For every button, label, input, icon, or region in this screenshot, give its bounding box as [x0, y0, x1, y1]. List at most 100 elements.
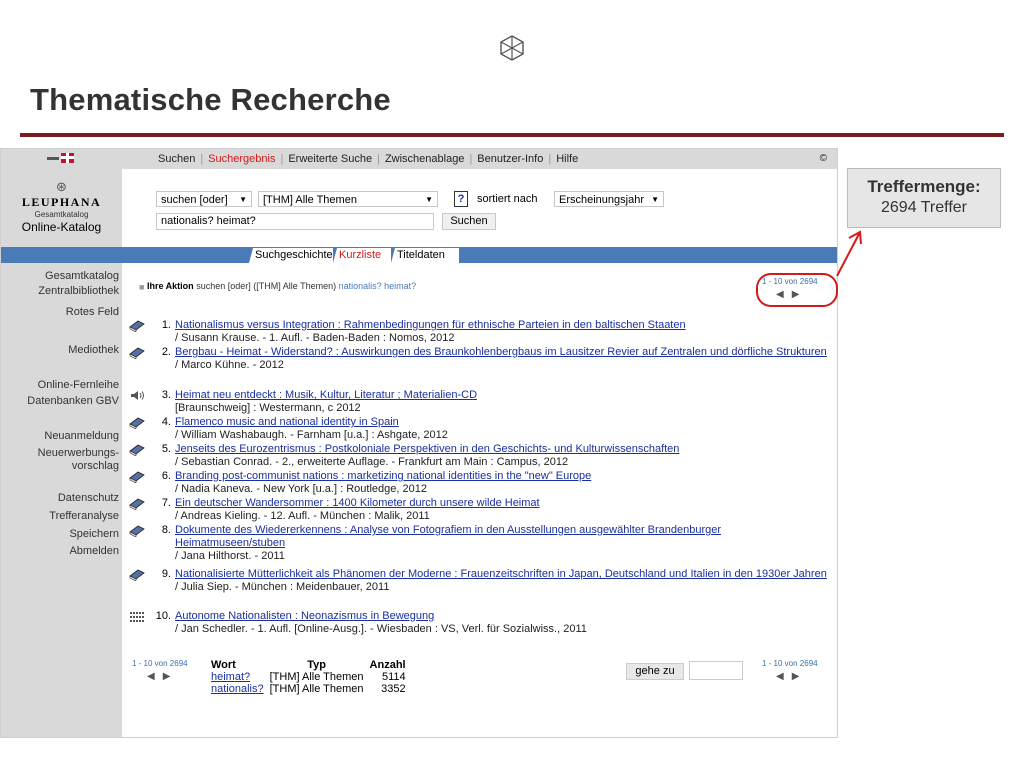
- table-row: nationalis? [THM] Alle Themen 3352: [211, 683, 412, 695]
- range-highlight-circle: [756, 273, 838, 307]
- book-icon: [129, 568, 145, 582]
- result-details: / William Washabaugh. - Farnham [u.a.] :…: [175, 429, 448, 441]
- brand-block[interactable]: ⊛ LEUPHANA Gesamtkatalog Online-Katalog: [1, 179, 122, 234]
- result-title-link[interactable]: Nationalisierte Mütterlichkeit als Phäno…: [175, 568, 827, 580]
- result-text: Ein deutscher Wandersommer : 1400 Kilome…: [175, 497, 827, 523]
- sidebar-item-datenschutz[interactable]: Datenschutz: [1, 492, 119, 505]
- nav-suchen[interactable]: Suchen: [158, 153, 195, 165]
- nav-erweiterte-suche[interactable]: Erweiterte Suche: [288, 153, 372, 165]
- result-details: / Susann Krause. - 1. Aufl. - Baden-Bade…: [175, 332, 455, 344]
- book-icon: [129, 416, 145, 430]
- result-details: / Andreas Kieling. - 12. Aufl. - München…: [175, 510, 430, 522]
- nav-zwischenablage[interactable]: Zwischenablage: [385, 153, 465, 165]
- result-text: Jenseits des Eurozentrismus : Postkoloni…: [175, 443, 827, 469]
- audio-icon: [129, 389, 145, 402]
- book-icon: [129, 319, 145, 333]
- tab-bar: Suchgeschichte Kurzliste Titeldaten: [1, 247, 837, 263]
- tab-suchgeschichte[interactable]: Suchgeschichte: [249, 248, 333, 263]
- word-type: [THM] Alle Themen: [269, 683, 364, 695]
- result-range-bottom-left: 1 - 10 von 2694: [132, 659, 188, 668]
- search-field-select[interactable]: [THM] Alle Themen ▼: [258, 191, 438, 207]
- sidebar-item-datenbanken-gbv[interactable]: Datenbanken GBV: [1, 395, 119, 408]
- sidebar-item-neuerwerbungsvorschlag[interactable]: Neuerwerbungs-: [1, 447, 119, 460]
- chevron-down-icon: ▼: [651, 195, 659, 204]
- sort-select[interactable]: Erscheinungsjahr ▼: [554, 191, 664, 207]
- sidebar-item-trefferanalyse[interactable]: Trefferanalyse: [1, 510, 119, 523]
- result-title-link[interactable]: Bergbau - Heimat - Widerstand? : Auswirk…: [175, 346, 827, 358]
- result-details: / Jan Schedler. - 1. Aufl. [Online-Ausg.…: [175, 623, 587, 635]
- language-switch[interactable]: [47, 153, 75, 164]
- sort-value: Erscheinungsjahr: [559, 194, 644, 206]
- sidebar-item-mediothek[interactable]: Mediothek: [1, 344, 119, 357]
- callout-value: 2694 Treffer: [881, 199, 967, 216]
- hit-count-callout: Treffermenge: 2694 Treffer: [847, 168, 1001, 228]
- sidebar-item-neuanmeldung[interactable]: Neuanmeldung: [1, 430, 119, 443]
- result-title-link[interactable]: Heimat neu entdeckt : Musik, Kultur, Lit…: [175, 389, 477, 401]
- word-count: 5114: [381, 671, 406, 683]
- result-title-link[interactable]: Flamenco music and national identity in …: [175, 416, 399, 428]
- result-title-link[interactable]: Nationalismus versus Integration : Rahme…: [175, 319, 686, 331]
- leuphana-logo-icon: [500, 35, 524, 61]
- copyright-icon[interactable]: ©: [820, 149, 827, 169]
- previous-arrow-icon[interactable]: ◀: [147, 671, 163, 682]
- catalog-window: ⊛ LEUPHANA Gesamtkatalog Online-Katalog …: [0, 148, 838, 738]
- word-type: [THM] Alle Themen: [269, 671, 364, 683]
- sidebar-item-gesamtkatalog[interactable]: Gesamtkatalog: [1, 270, 119, 283]
- result-text: Bergbau - Heimat - Widerstand? : Auswirk…: [175, 346, 827, 372]
- result-title-link[interactable]: Autonome Nationalisten : Neonazismus in …: [175, 610, 434, 622]
- book-icon: [129, 346, 145, 360]
- sidebar-item-online-fernleihe[interactable]: Online-Fernleihe: [1, 379, 119, 392]
- result-number: 9.: [161, 568, 171, 580]
- result-text: Flamenco music and national identity in …: [175, 416, 827, 442]
- help-icon[interactable]: ?: [454, 191, 468, 207]
- word-count: 3352: [381, 683, 406, 695]
- result-text: Branding post-communist nations : market…: [175, 470, 827, 496]
- book-icon: [129, 524, 145, 538]
- result-details: / Julia Siep. - München : Meidenbauer, 2…: [175, 581, 390, 593]
- pager-bottom-left: ◀▶: [147, 671, 178, 682]
- sidebar-item-speichern[interactable]: Speichern: [1, 528, 119, 541]
- pager-bottom-right: ◀▶: [776, 671, 807, 682]
- result-text: Heimat neu entdeckt : Musik, Kultur, Lit…: [175, 389, 827, 415]
- result-number: 4.: [161, 416, 171, 428]
- result-title-link[interactable]: Dokumente des Wiedererkennens : Analyse …: [175, 524, 721, 549]
- result-number: 7.: [161, 497, 171, 509]
- nav-hilfe[interactable]: Hilfe: [556, 153, 578, 165]
- goto-input[interactable]: [689, 661, 743, 680]
- previous-arrow-icon[interactable]: ◀: [776, 671, 792, 682]
- book-icon: [129, 443, 145, 457]
- result-details: / Nadia Kaneva. - New York [u.a.] : Rout…: [175, 483, 427, 495]
- goto-button[interactable]: gehe zu: [626, 663, 684, 680]
- sidebar-item-rotes-feld[interactable]: Rotes Feld: [1, 306, 119, 319]
- sidebar-item-neuerwerbungsvorschlag-2[interactable]: vorschlag: [1, 460, 119, 473]
- result-title-link[interactable]: Branding post-communist nations : market…: [175, 470, 591, 482]
- word-table: Wort Typ Anzahl heimat? [THM] Alle Theme…: [211, 659, 412, 695]
- result-details: / Jana Hilthorst. - 2011: [175, 550, 285, 562]
- result-details: / Sebastian Conrad. - 2., erweiterte Auf…: [175, 456, 569, 468]
- next-arrow-icon[interactable]: ▶: [163, 671, 179, 682]
- nav-benutzer-info[interactable]: Benutzer-Info: [477, 153, 543, 165]
- search-button[interactable]: Suchen: [442, 213, 496, 230]
- result-number: 5.: [161, 443, 171, 455]
- search-mode-select[interactable]: suchen [oder] ▼: [156, 191, 252, 207]
- left-column: [1, 149, 122, 737]
- sidebar-item-zentralbibliothek[interactable]: Zentralbibliothek: [1, 285, 119, 298]
- result-title-link[interactable]: Ein deutscher Wandersommer : 1400 Kilome…: [175, 497, 540, 509]
- word-link[interactable]: nationalis?: [211, 683, 264, 695]
- result-details: [Braunschweig] : Westermann, c 2012: [175, 402, 361, 414]
- online-resource-icon: [129, 610, 145, 623]
- german-language-icon[interactable]: [47, 157, 59, 160]
- catalog-label: Online-Katalog: [21, 220, 102, 234]
- english-flag-icon[interactable]: [61, 153, 74, 163]
- chevron-down-icon: ▼: [425, 195, 433, 204]
- leuphana-emblem-icon: ⊛: [56, 179, 67, 194]
- tab-kurzliste[interactable]: Kurzliste: [333, 248, 391, 263]
- nav-suchergebnis[interactable]: Suchergebnis: [208, 153, 275, 165]
- next-arrow-icon[interactable]: ▶: [792, 671, 808, 682]
- sidebar-item-abmelden[interactable]: Abmelden: [1, 545, 119, 558]
- title-divider: [20, 133, 1004, 137]
- tab-titeldaten[interactable]: Titeldaten: [391, 248, 459, 263]
- word-link[interactable]: heimat?: [211, 671, 250, 683]
- search-input[interactable]: nationalis? heimat?: [156, 213, 434, 230]
- result-title-link[interactable]: Jenseits des Eurozentrismus : Postkoloni…: [175, 443, 679, 455]
